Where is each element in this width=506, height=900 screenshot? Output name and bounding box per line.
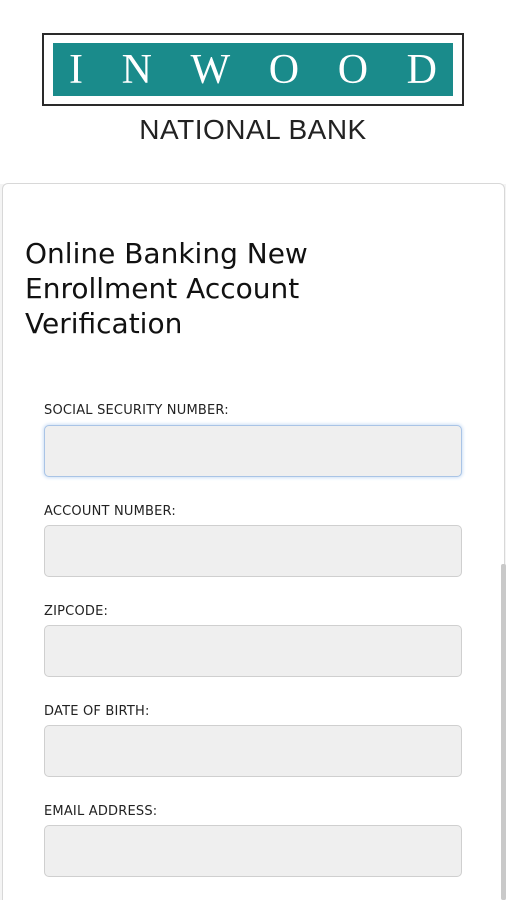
logo-band: I N W O O D xyxy=(53,43,453,96)
account-number-label: ACCOUNT NUMBER: xyxy=(44,504,176,519)
logo-letter: O xyxy=(337,46,369,93)
logo-letter: O xyxy=(268,46,300,93)
bank-logo: I N W O O D xyxy=(42,33,464,106)
zipcode-label: ZIPCODE: xyxy=(44,604,109,619)
logo-letter: N xyxy=(121,46,152,93)
logo-letter: W xyxy=(190,46,231,93)
header: I N W O O D NATIONAL BANK xyxy=(0,0,506,184)
date-of-birth-label: DATE OF BIRTH: xyxy=(44,704,150,719)
account-number-input[interactable] xyxy=(44,525,462,577)
ssn-label: SOCIAL SECURITY NUMBER: xyxy=(44,403,229,418)
logo-letter: D xyxy=(406,46,437,93)
email-address-input[interactable] xyxy=(44,825,462,877)
logo-letter: I xyxy=(69,46,83,93)
email-address-label: EMAIL ADDRESS: xyxy=(44,804,158,819)
scrollbar[interactable] xyxy=(501,564,506,900)
page: I N W O O D NATIONAL BANK Online Banking… xyxy=(0,0,506,900)
zipcode-input[interactable] xyxy=(44,625,462,677)
ssn-input[interactable] xyxy=(44,425,462,477)
date-of-birth-input[interactable] xyxy=(44,725,462,777)
page-title: Online Banking New Enrollment Account Ve… xyxy=(25,237,308,340)
logo-subtitle: NATIONAL BANK xyxy=(139,114,367,145)
